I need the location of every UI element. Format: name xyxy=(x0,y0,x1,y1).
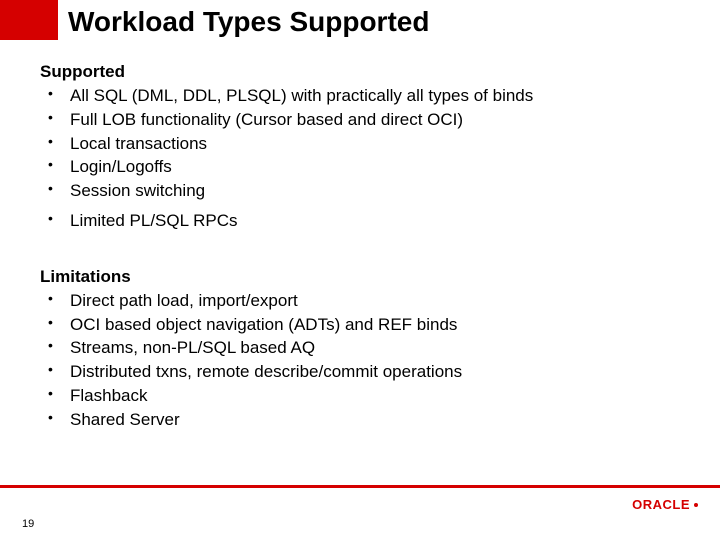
slide-title: Workload Types Supported xyxy=(68,6,429,38)
list-item: OCI based object navigation (ADTs) and R… xyxy=(48,313,680,337)
oracle-logo-text: ORACLE xyxy=(632,497,690,512)
supported-list: All SQL (DML, DDL, PLSQL) with practical… xyxy=(40,84,680,233)
list-item: Streams, non-PL/SQL based AQ xyxy=(48,336,680,360)
list-item: Limited PL/SQL RPCs xyxy=(48,209,680,233)
list-item: Session switching xyxy=(48,179,680,203)
brand-red-block xyxy=(0,0,58,40)
list-item: Local transactions xyxy=(48,132,680,156)
footer-divider xyxy=(0,485,720,488)
oracle-logo: ORACLE xyxy=(632,497,698,512)
section-heading-supported: Supported xyxy=(40,62,680,82)
list-item: Shared Server xyxy=(48,408,680,432)
list-item: Login/Logoffs xyxy=(48,155,680,179)
list-item: Distributed txns, remote describe/commit… xyxy=(48,360,680,384)
list-item: Flashback xyxy=(48,384,680,408)
limitations-list: Direct path load, import/export OCI base… xyxy=(40,289,680,432)
slide-content: Supported All SQL (DML, DDL, PLSQL) with… xyxy=(40,62,680,432)
page-number: 19 xyxy=(22,518,34,530)
section-limitations: Limitations Direct path load, import/exp… xyxy=(40,267,680,432)
list-item: All SQL (DML, DDL, PLSQL) with practical… xyxy=(48,84,680,108)
list-item: Direct path load, import/export xyxy=(48,289,680,313)
section-supported: Supported All SQL (DML, DDL, PLSQL) with… xyxy=(40,62,680,233)
list-item: Full LOB functionality (Cursor based and… xyxy=(48,108,680,132)
oracle-logo-dot-icon xyxy=(694,503,698,507)
section-heading-limitations: Limitations xyxy=(40,267,680,287)
